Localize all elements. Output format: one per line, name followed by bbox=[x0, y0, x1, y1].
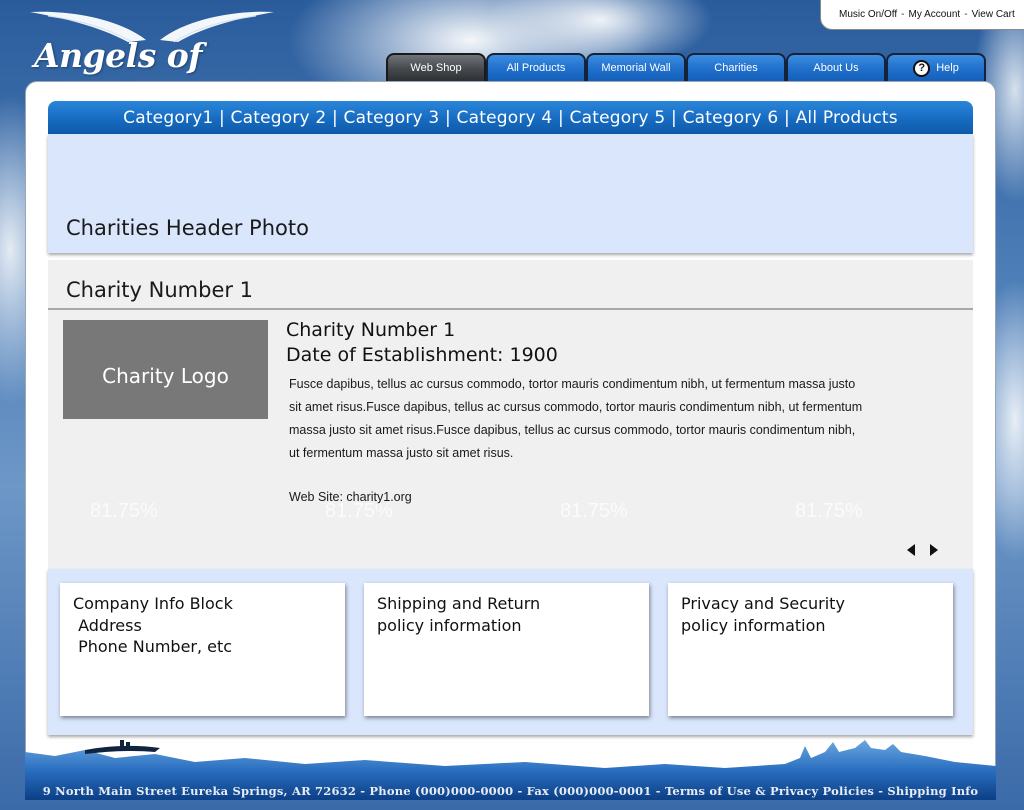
box-line: policy information bbox=[681, 615, 826, 635]
charity-section: Charity Number 1 Charity Logo Charity Nu… bbox=[48, 260, 973, 569]
tab-about-us[interactable]: About Us bbox=[786, 53, 886, 81]
watermark-text: 81.75% bbox=[325, 500, 393, 522]
tab-label: Help bbox=[936, 62, 959, 74]
box-line: policy information bbox=[377, 615, 522, 635]
tab-label: All Products bbox=[506, 62, 566, 74]
next-arrow-icon[interactable] bbox=[930, 544, 938, 556]
tab-label: About Us bbox=[813, 62, 859, 74]
box-line: Shipping and Return bbox=[377, 594, 541, 613]
category-bar[interactable]: Category1 | Category 2 | Category 3 | Ca… bbox=[48, 101, 973, 134]
category-links[interactable]: Category1 | Category 2 | Category 3 | Ca… bbox=[123, 108, 898, 128]
view-cart-link[interactable]: View Cart bbox=[972, 9, 1015, 20]
charity-heading: Charity Number 1 bbox=[66, 278, 254, 302]
charity-logo-label: Charity Logo bbox=[102, 363, 229, 388]
my-account-link[interactable]: My Account bbox=[909, 9, 961, 20]
tab-label: Memorial Wall bbox=[601, 62, 671, 74]
separator: - bbox=[901, 9, 905, 20]
address-footer-line: 9 North Main Street Eureka Springs, AR 7… bbox=[42, 784, 979, 798]
prev-arrow-icon[interactable] bbox=[907, 544, 915, 556]
site-logo[interactable]: Angels of Eureka bbox=[28, 8, 278, 114]
header-photo-label: Charities Header Photo bbox=[66, 216, 309, 240]
tab-memorial-wall[interactable]: Memorial Wall bbox=[586, 53, 686, 81]
separator: - bbox=[964, 9, 968, 20]
box-line: Phone Number, etc bbox=[73, 637, 233, 656]
watermark-text: 81.75% bbox=[90, 500, 158, 522]
header-photo-placeholder: Charities Header Photo bbox=[48, 134, 973, 253]
music-toggle-link[interactable]: Music On/Off bbox=[839, 9, 897, 20]
charity-description: Fusce dapibus, tellus ac cursus commodo,… bbox=[289, 377, 863, 460]
help-icon: ? bbox=[913, 59, 931, 77]
watermark-text: 81.75% bbox=[560, 500, 628, 522]
privacy-policy-box: Privacy and Security policy information bbox=[668, 583, 953, 716]
box-line: Privacy and Security bbox=[681, 594, 845, 613]
charity-established: Date of Establishment: 1900 bbox=[286, 344, 558, 366]
company-info-box: Company Info Block Address Phone Number,… bbox=[60, 583, 345, 716]
tab-web-shop[interactable]: Web Shop bbox=[386, 53, 486, 81]
charity-name: Charity Number 1 bbox=[286, 319, 456, 341]
tab-label: Web Shop bbox=[410, 62, 462, 74]
tab-help[interactable]: ? Help bbox=[886, 53, 986, 81]
box-line: Address bbox=[73, 615, 142, 635]
charity-logo-placeholder: Charity Logo bbox=[63, 320, 268, 419]
tab-label: Charities bbox=[714, 62, 758, 74]
watermark-text: 81.75% bbox=[795, 500, 863, 522]
main-nav: Web Shop All Products Memorial Wall Char… bbox=[386, 53, 986, 81]
tab-all-products[interactable]: All Products bbox=[486, 53, 586, 81]
divider bbox=[48, 308, 973, 310]
tab-charities[interactable]: Charities bbox=[686, 53, 786, 81]
box-line: Company Info Block bbox=[73, 594, 233, 613]
utility-bar: Music On/Off - My Account - View Cart bbox=[820, 0, 1024, 30]
shipping-policy-box: Shipping and Return policy information bbox=[364, 583, 649, 716]
footer-info-area: Company Info Block Address Phone Number,… bbox=[48, 569, 973, 735]
